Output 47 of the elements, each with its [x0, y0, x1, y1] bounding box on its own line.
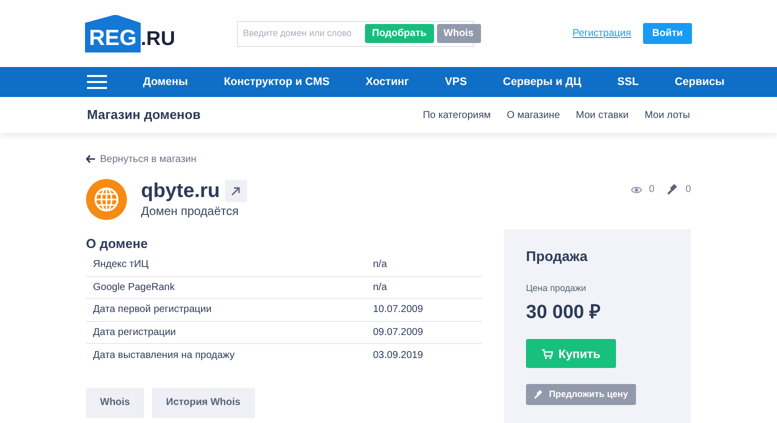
- property-value: 03.09.2019: [373, 348, 424, 363]
- menu-icon[interactable]: [87, 75, 107, 89]
- open-link-button[interactable]: [224, 180, 247, 202]
- arrow-left-icon: [86, 155, 95, 163]
- store-title: Магазин доменов: [87, 106, 201, 124]
- register-link[interactable]: Регистрация: [572, 26, 631, 41]
- price: 30 000 ₽: [526, 300, 602, 324]
- nav-link[interactable]: Домены: [143, 74, 188, 90]
- whois-button[interactable]: Whois: [436, 24, 481, 43]
- domain-status: Домен продаётся: [141, 203, 240, 219]
- back-link[interactable]: Вернуться в магазин: [86, 153, 691, 165]
- views-count: 0: [648, 183, 654, 197]
- property-value: n/a: [373, 258, 387, 272]
- nav-link[interactable]: Хостинг: [366, 74, 409, 90]
- logo-text: .RU: [140, 28, 176, 52]
- offer-price-button[interactable]: Предложить цену: [526, 384, 636, 405]
- property-label: Дата первой регистрации: [92, 303, 213, 318]
- property-label: Google PageRank: [92, 280, 176, 295]
- nav-link[interactable]: Конструктор и CMS: [224, 74, 330, 90]
- domain-search-field[interactable]: Введите домен или слово: [240, 26, 362, 40]
- nav-link[interactable]: VPS: [444, 74, 467, 90]
- property-value: n/a: [373, 280, 387, 295]
- nav-link[interactable]: Сервисы: [674, 74, 725, 90]
- globe-icon: [86, 179, 127, 220]
- whois-info-button[interactable]: Whois: [86, 388, 144, 418]
- sub-nav-link[interactable]: Мои лоты: [644, 108, 690, 122]
- property-label: Дата выставления на продажу: [92, 348, 236, 363]
- sub-nav-link[interactable]: По категориям: [422, 108, 491, 122]
- bids-count: 0: [685, 183, 691, 197]
- nav-link[interactable]: SSL: [617, 74, 639, 90]
- property-label: Яндекс тИЦ: [92, 258, 150, 272]
- sale-title: Продажа: [526, 247, 589, 266]
- domain-name: qbyte.ru: [141, 179, 220, 203]
- login-button[interactable]: Войти: [643, 23, 692, 44]
- section-title: О домене: [86, 235, 149, 253]
- whois-info-button[interactable]: История Whois: [152, 388, 254, 418]
- sub-nav-link[interactable]: О магазине: [506, 108, 560, 122]
- price-label: Цена продажи: [526, 282, 588, 295]
- cart-icon: [542, 348, 553, 358]
- logo-mark: REG: [85, 14, 141, 52]
- property-label: Дата регистрации: [92, 326, 177, 340]
- arrow-up-right-icon: [231, 186, 240, 196]
- nav-link[interactable]: Серверы и ДЦ: [502, 74, 582, 90]
- property-value: 09.07.2009: [373, 326, 424, 340]
- eye-icon: [630, 186, 642, 194]
- property-value: 10.07.2009: [373, 303, 424, 318]
- sub-nav-link[interactable]: Мои ставки: [576, 108, 629, 122]
